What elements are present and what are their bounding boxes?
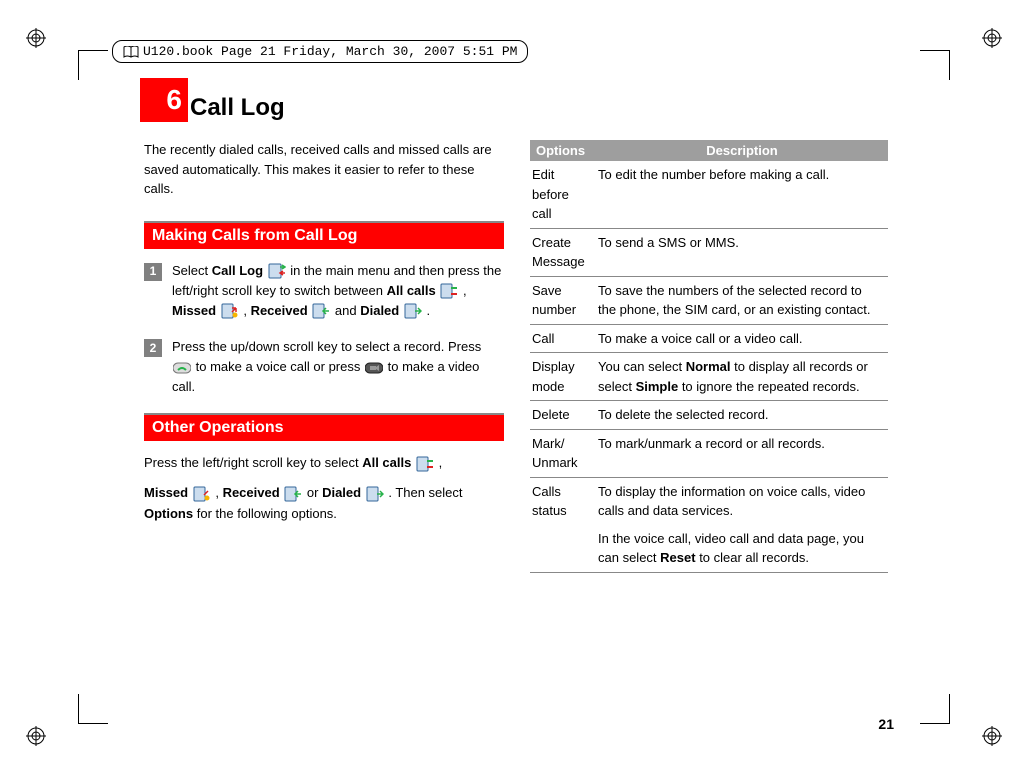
table-row: Display modeYou can select Normal to dis… <box>530 353 888 401</box>
corner-bracket-icon <box>78 50 108 80</box>
received-icon <box>312 303 330 319</box>
section-heading: Other Operations <box>144 413 504 441</box>
paragraph: Missed , Received or Dialed . Then selec… <box>144 483 502 523</box>
corner-bracket-icon <box>78 694 108 724</box>
table-row: Save numberTo save the numbers of the se… <box>530 276 888 324</box>
step-item: 1 Select Call Log in the main menu and t… <box>144 261 502 321</box>
table-row: Edit before callTo edit the number befor… <box>530 161 888 228</box>
table-header: Options <box>530 140 596 161</box>
source-path: U120.book Page 21 Friday, March 30, 2007… <box>112 40 528 63</box>
crop-mark-icon <box>982 28 1002 48</box>
corner-bracket-icon <box>920 50 950 80</box>
missed-icon <box>193 486 211 502</box>
crop-mark-icon <box>26 726 46 746</box>
table-row: DeleteTo delete the selected record. <box>530 401 888 430</box>
all-calls-icon <box>440 283 458 299</box>
received-icon <box>284 486 302 502</box>
video-key-icon <box>365 360 383 376</box>
all-calls-icon <box>416 456 434 472</box>
dialed-icon <box>366 486 384 502</box>
call-log-icon <box>268 263 286 279</box>
crop-mark-icon <box>982 726 1002 746</box>
table-row: CallTo make a voice call or a video call… <box>530 324 888 353</box>
paragraph: Press the left/right scroll key to selec… <box>144 453 502 473</box>
page-number: 21 <box>878 716 894 732</box>
step-text: Press the up/down scroll key to select a… <box>172 337 502 397</box>
chapter-heading: 6 Call Log <box>144 78 285 122</box>
section-heading: Making Calls from Call Log <box>144 221 504 249</box>
step-number: 2 <box>144 339 162 357</box>
options-table: Options Description Edit before callTo e… <box>530 140 888 573</box>
table-row: Calls statusTo display the information o… <box>530 477 888 572</box>
crop-mark-icon <box>26 28 46 48</box>
missed-icon <box>221 303 239 319</box>
table-row: Create MessageTo send a SMS or MMS. <box>530 228 888 276</box>
table-row: Mark/ UnmarkTo mark/unmark a record or a… <box>530 429 888 477</box>
step-number: 1 <box>144 263 162 281</box>
table-header: Description <box>596 140 888 161</box>
dialed-icon <box>404 303 422 319</box>
chapter-number: 6 <box>140 78 188 122</box>
intro-text: The recently dialed calls, received call… <box>144 140 502 199</box>
step-item: 2 Press the up/down scroll key to select… <box>144 337 502 397</box>
book-icon <box>123 46 139 58</box>
chapter-title: Call Log <box>190 94 285 122</box>
corner-bracket-icon <box>920 694 950 724</box>
call-key-icon <box>173 360 191 376</box>
step-text: Select Call Log in the main menu and the… <box>172 261 502 321</box>
